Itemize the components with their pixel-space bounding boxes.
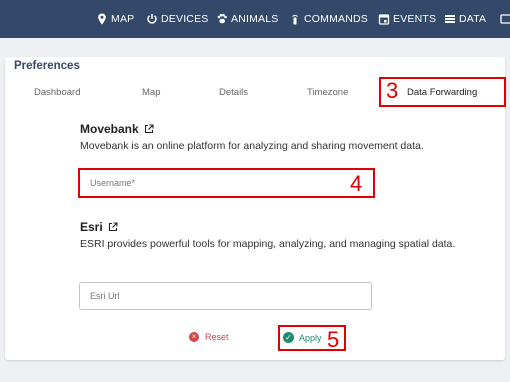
- tab-details[interactable]: Details: [219, 87, 248, 98]
- nav-devices-label: DEVICES: [161, 13, 209, 25]
- nav-map-label: MAP: [111, 13, 135, 25]
- username-input[interactable]: [78, 168, 375, 198]
- movebank-title-text: Movebank: [80, 122, 139, 136]
- close-circle-icon: ×: [189, 332, 199, 342]
- reset-button[interactable]: × Reset: [189, 332, 229, 342]
- annotation-3: 3: [386, 78, 399, 103]
- check-circle-icon: ✓: [283, 332, 294, 343]
- nav-animals[interactable]: ANIMALS: [216, 0, 279, 38]
- nav-events-label: EVENTS: [393, 13, 437, 25]
- annotation-5: 5: [327, 327, 340, 352]
- nav-events[interactable]: EVENTS: [378, 0, 436, 38]
- tab-map[interactable]: Map: [142, 87, 160, 98]
- apply-button[interactable]: ✓ Apply: [283, 332, 322, 343]
- nav-animals-label: ANIMALS: [231, 13, 279, 25]
- tab-data-forwarding[interactable]: Data Forwarding: [407, 87, 477, 98]
- nav-data-label: DATA: [459, 13, 487, 25]
- annotation-4: 4: [350, 171, 363, 196]
- esri-description: ESRI provides powerful tools for mapping…: [80, 238, 456, 250]
- nav-commands[interactable]: COMMANDS: [289, 0, 368, 38]
- external-link-icon[interactable]: [108, 222, 118, 232]
- power-icon: [147, 14, 157, 24]
- esri-title-text: Esri: [80, 220, 103, 234]
- window-icon: [500, 14, 510, 24]
- external-link-icon[interactable]: [144, 124, 154, 134]
- esri-section-title: Esri: [80, 220, 118, 234]
- nav-map[interactable]: MAP: [96, 0, 134, 38]
- movebank-section-title: Movebank: [80, 122, 154, 136]
- top-navbar: MAP DEVICES ANIMALS COMMANDS EVENTS DATA: [0, 0, 510, 38]
- calendar-icon: [378, 14, 390, 25]
- reset-label: Reset: [205, 332, 229, 342]
- tab-timezone[interactable]: Timezone: [307, 87, 348, 98]
- preferences-card: Preferences Dashboard Map Details Timezo…: [5, 57, 506, 360]
- apply-label: Apply: [299, 332, 322, 343]
- map-pin-icon: [98, 13, 106, 25]
- paw-icon: [217, 13, 227, 24]
- nav-overflow[interactable]: [500, 0, 510, 38]
- table-icon: [445, 15, 455, 23]
- nav-devices[interactable]: DEVICES: [146, 0, 209, 38]
- tab-dashboard[interactable]: Dashboard: [34, 87, 80, 98]
- card-title: Preferences: [14, 60, 80, 72]
- esri-url-input[interactable]: [79, 282, 372, 310]
- remote-icon: [292, 14, 298, 25]
- nav-data[interactable]: DATA: [444, 0, 486, 38]
- movebank-description: Movebank is an online platform for analy…: [80, 140, 424, 152]
- nav-commands-label: COMMANDS: [304, 13, 369, 25]
